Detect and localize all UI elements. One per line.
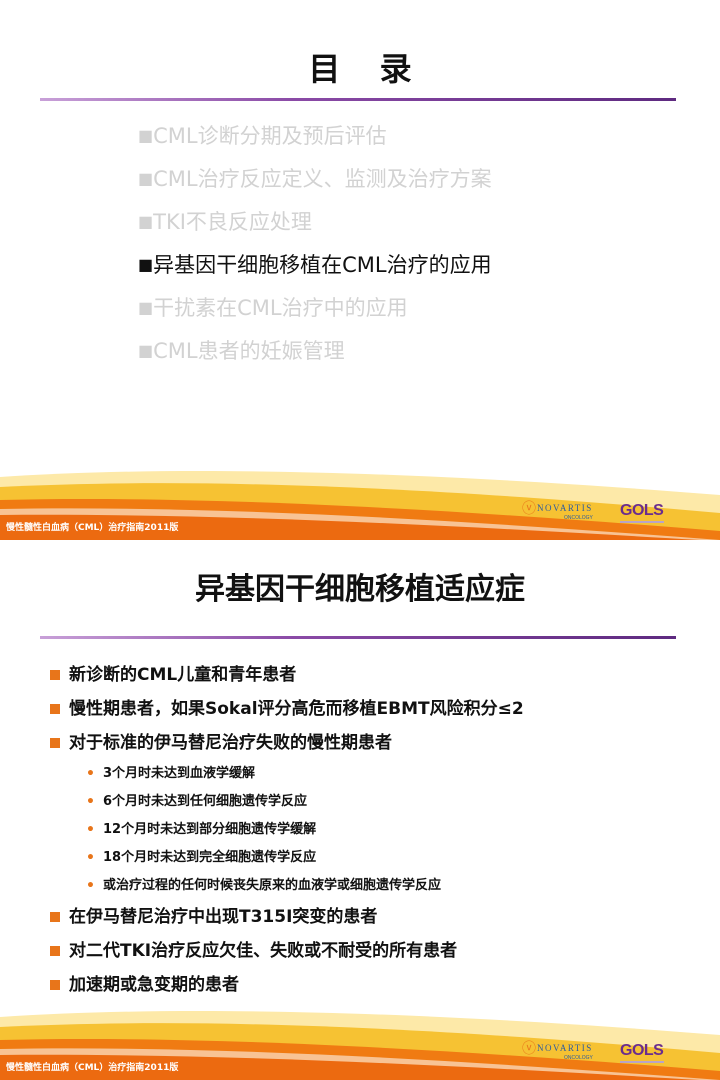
square-bullet-icon: ■ (138, 169, 154, 188)
bullet-item: 加速期或急变期的患者 (48, 968, 524, 1002)
footer-text: 慢性髓性白血病（CML）治疗指南2011版 (6, 1063, 179, 1073)
bullet-item: 在伊马替尼治疗中出现T315I突变的患者 (48, 900, 524, 934)
gols-logo-underline (620, 521, 664, 523)
novartis-logo: ⓥ NOVARTIS ONCOLOGY (522, 502, 602, 524)
dot-bullet-icon: • (86, 878, 95, 894)
title-divider (40, 636, 676, 639)
toc-item: ■CML患者的妊娠管理 (138, 334, 492, 377)
bullet-text: 12个月时未达到部分细胞遗传学缓解 (103, 822, 317, 837)
dot-bullet-icon: • (86, 822, 95, 838)
square-bullet-icon (50, 738, 60, 748)
bullet-item: 新诊断的CML儿童和青年患者 (48, 658, 524, 692)
sub-bullet-item: • 12个月时未达到部分细胞遗传学缓解 (48, 816, 524, 844)
bullet-text: 对于标准的伊马替尼治疗失败的慢性期患者 (69, 733, 392, 753)
slide-table-of-contents: 目 录 ■CML诊断分期及预后评估 ■CML治疗反应定义、监测及治疗方案 ■TKI不… (0, 0, 720, 540)
slide-footer: 慢性髓性白血病（CML）治疗指南2011版 ⓥ NOVARTIS ONCOLOG… (0, 1005, 720, 1080)
toc-list: ■CML诊断分期及预后评估 ■CML治疗反应定义、监测及治疗方案 ■TKI不良反应处… (138, 119, 492, 377)
bullet-item: 慢性期患者，如果Sokal评分高危而移植EBMT风险积分≤2 (48, 692, 524, 726)
square-bullet-icon (50, 946, 60, 956)
toc-item-label: 异基因干细胞移植在CML治疗的应用 (153, 253, 492, 277)
toc-item: ■干扰素在CML治疗中的应用 (138, 291, 492, 334)
dot-bullet-icon: • (86, 850, 95, 866)
bullet-text: 对二代TKI治疗反应欠佳、失败或不耐受的所有患者 (69, 941, 458, 961)
novartis-logo-text: NOVARTIS (537, 1043, 593, 1053)
gols-logo: GOLS (620, 502, 664, 526)
toc-item-label: CML患者的妊娠管理 (153, 339, 345, 363)
slide-transplant-indications: 异基因干细胞移植适应症 新诊断的CML儿童和青年患者慢性期患者，如果Sokal评… (0, 540, 720, 1080)
square-bullet-icon: ■ (138, 298, 154, 317)
novartis-flame-icon: ⓥ (522, 1041, 536, 1057)
toc-item: ■CML治疗反应定义、监测及治疗方案 (138, 162, 492, 205)
toc-item: ■TKI不良反应处理 (138, 205, 492, 248)
slide-footer: 慢性髓性白血病（CML）治疗指南2011版 ⓥ NOVARTIS ONCOLOG… (0, 465, 720, 540)
bullet-text: 在伊马替尼治疗中出现T315I突变的患者 (69, 907, 378, 927)
slide-title: 目 录 (308, 50, 426, 88)
novartis-logo: ⓥ NOVARTIS ONCOLOGY (522, 1042, 602, 1064)
square-bullet-icon (50, 704, 60, 714)
square-bullet-icon: ■ (138, 255, 154, 274)
bullet-text: 新诊断的CML儿童和青年患者 (69, 665, 297, 685)
novartis-logo-text: NOVARTIS (537, 503, 593, 513)
bullet-item: 对二代TKI治疗反应欠佳、失败或不耐受的所有患者 (48, 934, 524, 968)
square-bullet-icon (50, 670, 60, 680)
square-bullet-icon: ■ (138, 212, 154, 231)
toc-item-label: TKI不良反应处理 (153, 210, 312, 234)
novartis-flame-icon: ⓥ (522, 501, 536, 517)
gols-logo: GOLS (620, 1042, 664, 1066)
bullet-text: 18个月时未达到完全细胞遗传学反应 (103, 850, 317, 865)
footer-text: 慢性髓性白血病（CML）治疗指南2011版 (6, 523, 179, 533)
toc-item-label: CML诊断分期及预后评估 (153, 124, 387, 148)
novartis-logo-subtext: ONCOLOGY (564, 1055, 593, 1061)
bullet-text: 慢性期患者，如果Sokal评分高危而移植EBMT风险积分≤2 (69, 699, 524, 719)
novartis-logo-subtext: ONCOLOGY (564, 515, 593, 521)
square-bullet-icon (50, 912, 60, 922)
toc-item: ■异基因干细胞移植在CML治疗的应用 (138, 248, 492, 291)
square-bullet-icon: ■ (138, 126, 154, 145)
gols-logo-underline (620, 1061, 664, 1063)
toc-item-label: 干扰素在CML治疗中的应用 (153, 296, 408, 320)
sub-bullet-item: • 3个月时未达到血液学缓解 (48, 760, 524, 788)
sub-bullet-item: • 或治疗过程的任何时候丧失原来的血液学或细胞遗传学反应 (48, 872, 524, 900)
toc-item: ■CML诊断分期及预后评估 (138, 119, 492, 162)
bullet-item: 对于标准的伊马替尼治疗失败的慢性期患者 (48, 726, 524, 760)
bullet-text: 6个月时未达到任何细胞遗传学反应 (103, 794, 308, 809)
square-bullet-icon: ■ (138, 341, 154, 360)
title-divider (40, 98, 676, 101)
dot-bullet-icon: • (86, 794, 95, 810)
bullet-text: 或治疗过程的任何时候丧失原来的血液学或细胞遗传学反应 (103, 878, 442, 893)
bullet-text: 加速期或急变期的患者 (69, 975, 239, 995)
square-bullet-icon (50, 980, 60, 990)
toc-item-label: CML治疗反应定义、监测及治疗方案 (153, 167, 492, 191)
sub-bullet-item: • 6个月时未达到任何细胞遗传学反应 (48, 788, 524, 816)
dot-bullet-icon: • (86, 766, 95, 782)
gols-logo-text: GOLS (620, 502, 664, 519)
bullet-list: 新诊断的CML儿童和青年患者慢性期患者，如果Sokal评分高危而移植EBMT风险… (48, 658, 524, 1002)
bullet-text: 3个月时未达到血液学缓解 (103, 766, 256, 781)
gols-logo-text: GOLS (620, 1042, 664, 1059)
sub-bullet-item: • 18个月时未达到完全细胞遗传学反应 (48, 844, 524, 872)
slide-title: 异基因干细胞移植适应症 (195, 572, 525, 607)
